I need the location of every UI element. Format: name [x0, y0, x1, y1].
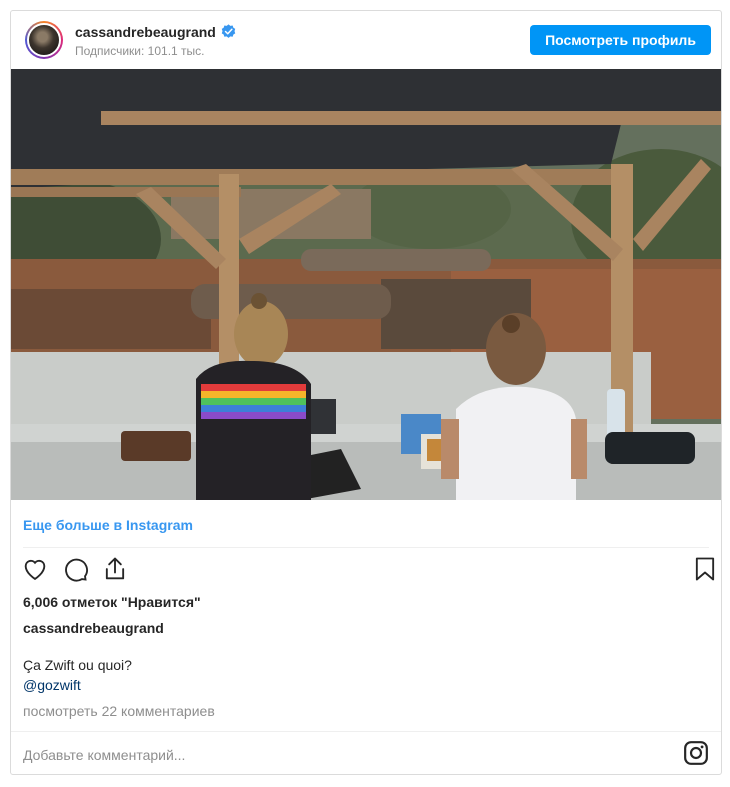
share-icon[interactable] [101, 555, 131, 585]
view-comments-link[interactable]: посмотреть 22 комментариев [23, 703, 215, 719]
divider [11, 731, 721, 732]
caption-username[interactable]: cassandrebeaugrand [23, 620, 164, 636]
post-header: cassandrebeaugrand Подписчики: 101.1 тыс… [11, 11, 721, 69]
followers-count: Подписчики: 101.1 тыс. [75, 44, 205, 58]
username[interactable]: cassandrebeaugrand [75, 24, 216, 40]
view-profile-button[interactable]: Посмотреть профиль [530, 25, 711, 55]
post-photo[interactable] [11, 69, 721, 500]
instagram-logo-icon[interactable] [683, 740, 709, 766]
add-comment-input[interactable]: Добавьте комментарий... [23, 747, 185, 763]
instagram-embed-card: cassandrebeaugrand Подписчики: 101.1 тыс… [10, 10, 722, 775]
heart-icon[interactable] [21, 555, 51, 585]
likes-count[interactable]: 6,006 отметок "Нравится" [23, 594, 201, 610]
more-on-instagram-link[interactable]: Еще больше в Instagram [23, 517, 193, 533]
avatar[interactable] [27, 23, 61, 57]
caption-mention[interactable]: @gozwift [23, 677, 81, 693]
caption-text: Ça Zwift ou quoi? [23, 657, 132, 673]
photo-image [11, 69, 721, 500]
comment-icon[interactable] [61, 555, 91, 585]
divider [23, 547, 709, 548]
action-bar [19, 555, 719, 587]
avatar-story-ring[interactable] [25, 21, 63, 59]
bookmark-icon[interactable] [691, 555, 721, 585]
verified-badge-icon [221, 24, 236, 38]
